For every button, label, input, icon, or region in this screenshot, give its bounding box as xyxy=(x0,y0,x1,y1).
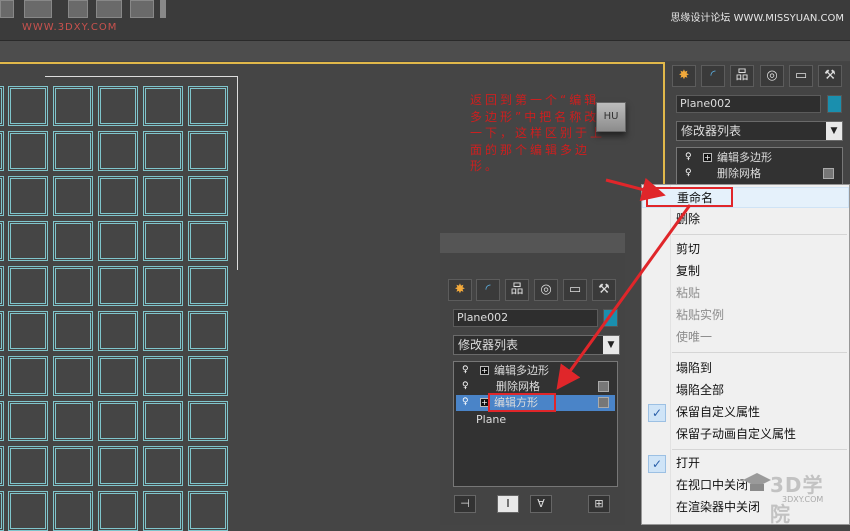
arrow-to-stack-item xyxy=(556,204,692,390)
annotation-arrows xyxy=(556,177,692,390)
arrow-to-rename xyxy=(605,177,666,202)
